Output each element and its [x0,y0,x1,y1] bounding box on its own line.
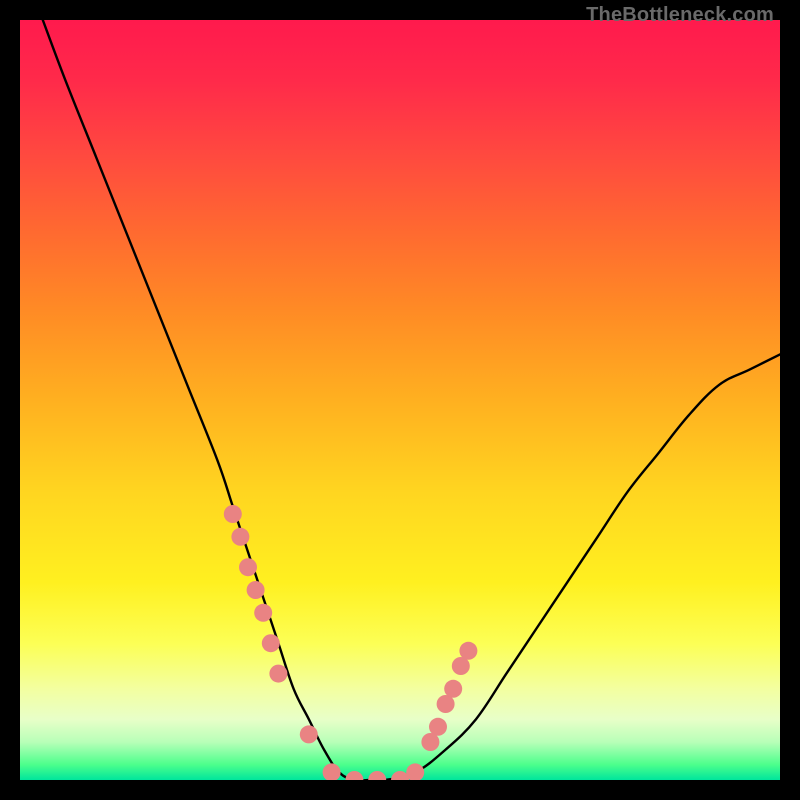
marker-point [224,505,242,523]
marker-point [368,771,386,780]
marker-point [444,680,462,698]
marker-point [323,763,341,780]
bottleneck-curve [43,20,780,780]
marker-point [406,763,424,780]
marker-point [345,771,363,780]
marker-point [300,725,318,743]
marker-point [239,558,257,576]
marker-point [269,665,287,683]
chart-frame [20,20,780,780]
marker-point [429,718,447,736]
marker-point [262,634,280,652]
marker-point [254,604,272,622]
marker-point [231,528,249,546]
watermark-text: TheBottleneck.com [586,4,774,27]
marker-point [247,581,265,599]
chart-svg [20,20,780,780]
highlight-markers [224,505,478,780]
marker-point [459,642,477,660]
plot-area [20,20,780,780]
